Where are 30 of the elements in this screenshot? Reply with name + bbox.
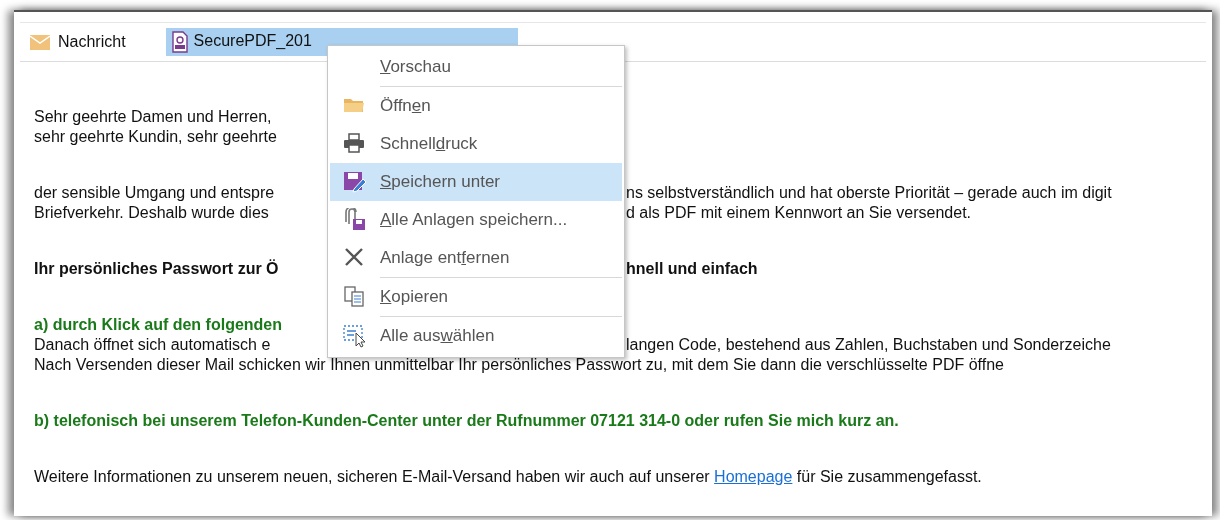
body-text: hnell und einfach <box>626 259 758 279</box>
body-text: Briefverkehr. Deshalb wurde dies <box>34 204 269 221</box>
body-text: sehr geehrte Kundin, sehr geehrte <box>34 128 277 145</box>
menu-item[interactable]: Alle Anlagen speichern... <box>330 201 622 239</box>
body-text: langen Code, bestehend aus Zahlen, Buchstaben und Sonderzeiche <box>626 335 1111 355</box>
body-text: d als PDF mit einem Kennwort an Sie versendet. <box>626 203 972 223</box>
pdf-file-icon <box>171 31 188 53</box>
body-text: Weitere Informationen zu unserem neuen, sicheren E-Mail-Versand haben wir auch auf unserer Homepage für Sie zusammengefasst. <box>34 467 982 487</box>
message-tab[interactable]: Nachricht <box>26 28 130 56</box>
body-text: Nach Versenden dieser Mail schicken wir Ihnen unmittelbar Ihr persönliches Passwort zu, mit dem Sie dann die verschlüsselte PDF öffne <box>34 355 1004 375</box>
selection-cursor-icon <box>343 324 367 348</box>
body-text: b) telefonisch bei unserem Telefon-Kunden-Center unter der Rufnummer 07121 314-0 oder rufen Sie mich kurz an. <box>34 411 899 431</box>
save-pencil-icon <box>343 170 367 194</box>
envelope-icon <box>30 34 50 50</box>
printer-icon <box>343 132 367 156</box>
body-text: ns selbstverständlich und hat oberste Priorität – gerade auch im digit <box>626 183 1112 203</box>
menu-item[interactable]: Schnelldruck <box>330 125 622 163</box>
homepage-link[interactable]: Homepage <box>714 468 793 485</box>
body-text: Sehr geehrte Damen und Herren, <box>34 108 272 125</box>
menu-item[interactable]: Speichern unter <box>330 163 622 201</box>
menu-item[interactable]: Öffnen <box>330 87 622 125</box>
copy-icon <box>343 285 367 309</box>
body-text: Danach öffnet sich automatisch e <box>34 336 271 353</box>
body-text: a) durch Klick auf den folgenden <box>34 316 283 333</box>
menu-item[interactable]: Anlage entfernen <box>330 239 622 277</box>
body-text: der sensible Umgang und entspre <box>34 184 275 201</box>
menu-item[interactable]: Alle auswählen <box>330 317 622 355</box>
body-text: Ihr persönliches Passwort zur Ö <box>34 260 279 277</box>
paperclip-save-icon <box>343 208 367 232</box>
menu-item[interactable]: Kopieren <box>330 278 622 316</box>
